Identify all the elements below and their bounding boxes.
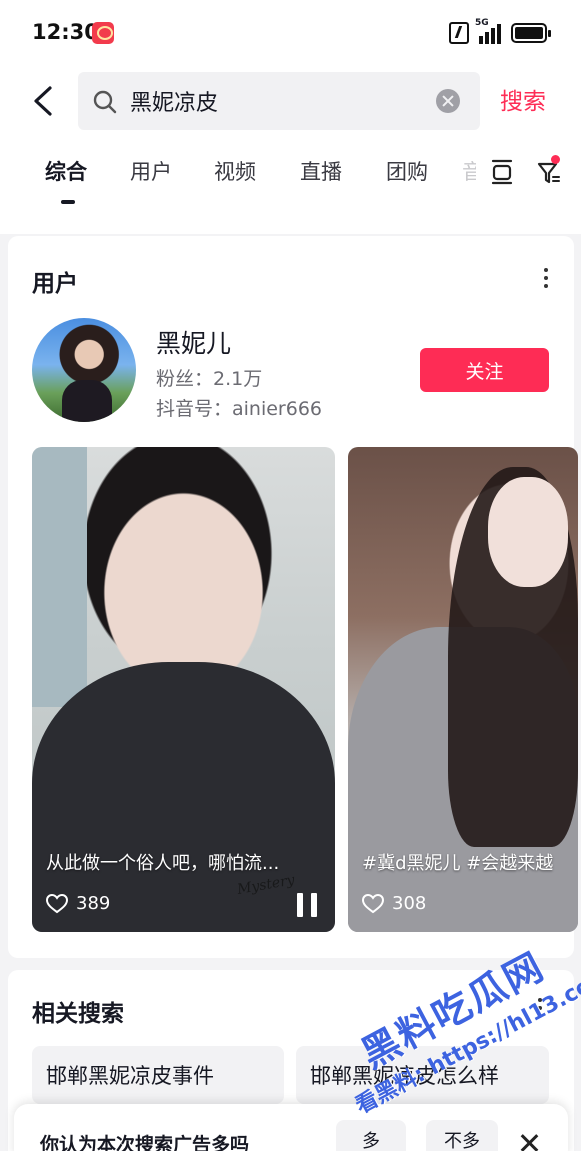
feedback-option-many[interactable]: 多 bbox=[336, 1120, 406, 1151]
search-header: 搜索 综合 用户 视频 直播 团购 音 bbox=[0, 68, 581, 234]
search-input[interactable] bbox=[130, 82, 430, 120]
section-title-users: 用户 bbox=[32, 271, 78, 297]
ad-feedback-question: 你认为本次搜索广告多吗 bbox=[40, 1134, 250, 1151]
follow-button[interactable]: 关注 bbox=[420, 348, 549, 392]
status-time: 12:30 bbox=[32, 20, 99, 44]
status-bar: 12:30 5G bbox=[0, 0, 581, 68]
video-subject-face bbox=[488, 477, 568, 587]
video-likes: 389 bbox=[46, 893, 110, 914]
video-caption: #冀d黑妮儿 #会越来越 bbox=[362, 853, 554, 874]
feedback-option-few[interactable]: 不多 bbox=[426, 1120, 498, 1151]
tab-group-buy[interactable]: 团购 bbox=[386, 156, 428, 186]
tab-live[interactable]: 直播 bbox=[300, 156, 342, 186]
nfc-icon bbox=[449, 22, 469, 44]
likes-count: 389 bbox=[76, 893, 111, 914]
likes-count: 308 bbox=[392, 893, 427, 914]
related-search-chip[interactable]: 邯郸黑妮凉皮怎么样 bbox=[296, 1046, 549, 1104]
tab-all[interactable]: 综合 bbox=[45, 156, 87, 186]
video-thumbnail[interactable]: Mystery 从此做一个俗人吧，哪怕流... 389 bbox=[32, 447, 335, 932]
battery-icon bbox=[511, 23, 551, 43]
video-subject bbox=[32, 662, 335, 932]
video-thumbnail[interactable]: #冀d黑妮儿 #会越来越 308 bbox=[348, 447, 578, 932]
layout-toggle-icon[interactable] bbox=[490, 158, 514, 186]
tab-indicator bbox=[61, 200, 75, 204]
heart-icon bbox=[46, 893, 68, 913]
video-likes: 308 bbox=[362, 893, 426, 914]
status-icons: 5G bbox=[449, 18, 551, 44]
search-box[interactable] bbox=[78, 72, 480, 130]
app-badge-icon bbox=[92, 22, 114, 44]
user-result-card: 用户 黑妮儿 粉丝：2.1万 抖音号：ainier666 关注 Mystery … bbox=[8, 236, 578, 958]
pause-icon[interactable] bbox=[297, 893, 317, 917]
clear-icon[interactable] bbox=[436, 89, 460, 113]
network-type: 5G bbox=[475, 18, 489, 28]
avatar[interactable] bbox=[32, 318, 136, 422]
signal-icon: 5G bbox=[475, 18, 501, 44]
search-icon bbox=[93, 90, 117, 114]
tab-bar: 综合 用户 视频 直播 团购 音 bbox=[0, 150, 581, 210]
section-title-related: 相关搜索 bbox=[32, 1001, 124, 1027]
close-icon[interactable] bbox=[518, 1132, 540, 1151]
tab-videos[interactable]: 视频 bbox=[214, 156, 256, 186]
notification-dot bbox=[551, 155, 560, 164]
ad-feedback-bar: 你认为本次搜索广告多吗 多 不多 bbox=[14, 1104, 568, 1151]
user-name[interactable]: 黑妮儿 bbox=[156, 324, 231, 360]
search-button[interactable]: 搜索 bbox=[500, 82, 546, 116]
user-fans-count: 粉丝：2.1万 bbox=[156, 368, 263, 390]
tab-users[interactable]: 用户 bbox=[130, 156, 172, 186]
chevron-left-icon bbox=[34, 86, 52, 116]
video-background bbox=[32, 447, 87, 707]
more-options-icon[interactable] bbox=[542, 268, 550, 292]
tab-music-faded[interactable]: 音 bbox=[462, 156, 476, 186]
more-options-icon[interactable] bbox=[536, 998, 544, 1022]
related-search-chip[interactable]: 邯郸黑妮凉皮事件 bbox=[32, 1046, 284, 1104]
user-douyin-id: 抖音号：ainier666 bbox=[156, 398, 323, 420]
heart-icon bbox=[362, 893, 384, 913]
video-caption: 从此做一个俗人吧，哪怕流... bbox=[46, 853, 280, 874]
back-button[interactable] bbox=[28, 84, 62, 118]
